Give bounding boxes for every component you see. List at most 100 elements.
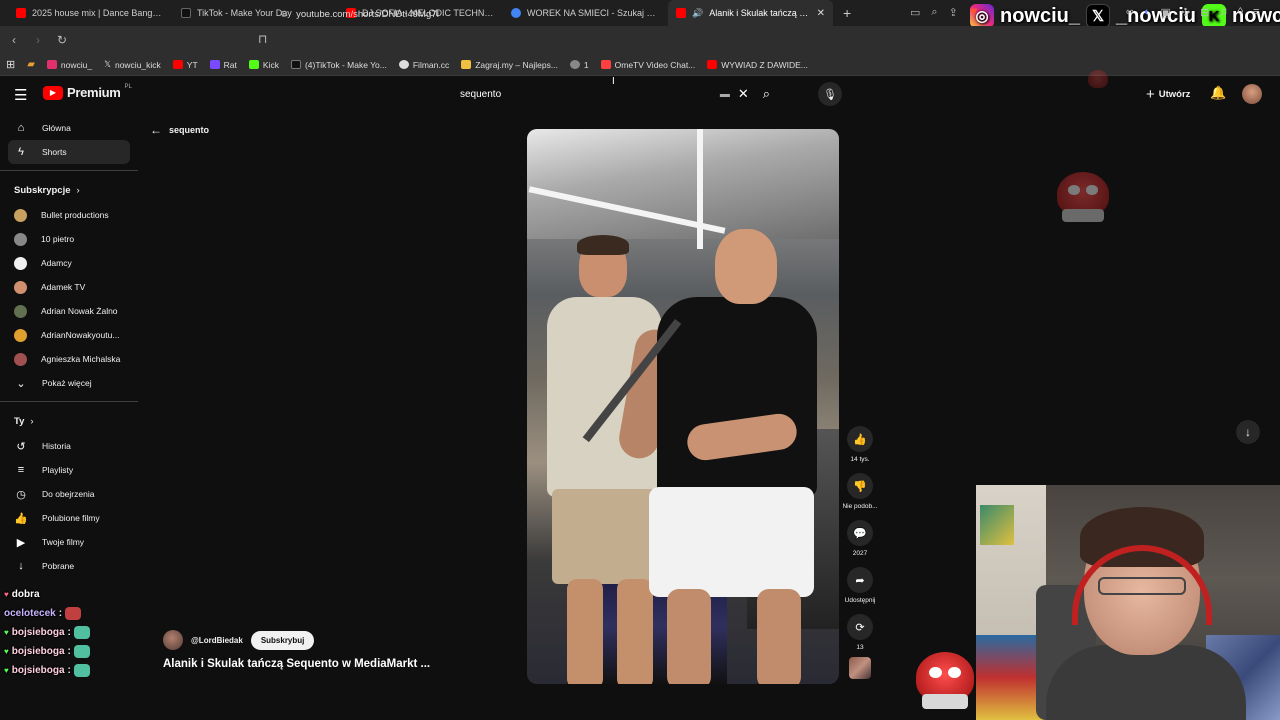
emote-icon bbox=[73, 645, 90, 658]
sidebar-item-your-videos[interactable]: ▶ Twoje filmy bbox=[0, 530, 130, 554]
sidebar-subscription[interactable]: Adrian Nowak Żalno bbox=[0, 299, 130, 323]
share-icon[interactable]: ➦ bbox=[847, 567, 873, 593]
bookmark-icon[interactable]: ⊓ bbox=[258, 32, 267, 46]
bookmark-item[interactable]: YT bbox=[172, 60, 198, 70]
microphone-icon[interactable]: 🎙 bbox=[818, 82, 842, 106]
bookmark-item[interactable]: 𝕏nowciu_kick bbox=[104, 59, 161, 70]
youtube-icon bbox=[707, 60, 718, 69]
sidebar-item-liked[interactable]: 👍 Polubione filmy bbox=[0, 506, 130, 530]
short-video-player[interactable] bbox=[527, 129, 839, 684]
short-actions: 👍 14 tys. 👎 Nie podob... 💬 2027 ➦ Udostę… bbox=[841, 426, 879, 679]
share-icon[interactable]: ⇪ bbox=[949, 6, 958, 19]
chat-message: ocelotecek : bbox=[4, 604, 154, 623]
music-icon[interactable]: ♫ bbox=[1219, 6, 1227, 19]
sound-thumbnail[interactable] bbox=[849, 657, 871, 679]
hamburger-menu-icon[interactable]: ☰ bbox=[14, 86, 27, 104]
menu-icon[interactable]: ≡ bbox=[1253, 6, 1259, 19]
extensions-icon[interactable]: ✣ bbox=[1181, 6, 1190, 19]
reload-icon[interactable]: ↻ bbox=[52, 33, 72, 47]
apps-grid-icon[interactable]: ⊞ bbox=[6, 58, 15, 71]
create-button[interactable]: + Utwórz bbox=[1146, 86, 1190, 103]
stream-chat-overlay: ♥ dobra ocelotecek : ♥ bojsiebogа : ♥ bo… bbox=[4, 585, 154, 680]
create-label: Utwórz bbox=[1158, 89, 1191, 100]
share-label: Udostępnij bbox=[844, 597, 876, 604]
sidebar-subscription[interactable]: Agnieszka Michalska bbox=[0, 347, 130, 371]
like-icon[interactable]: 👍 bbox=[847, 426, 873, 452]
bookmark-item[interactable]: WYWIAD Z DAWIDE... bbox=[707, 60, 808, 70]
remix-count: 13 bbox=[856, 644, 864, 651]
dislike-icon[interactable]: 👎 bbox=[847, 473, 873, 499]
badge-icon: ♥ bbox=[4, 590, 9, 599]
arrow-down-icon[interactable]: ↓ bbox=[1236, 420, 1260, 444]
subscriptions-heading[interactable]: Subskrypcje › bbox=[0, 177, 138, 203]
youtube-logo[interactable]: ▶ Premium PL bbox=[43, 83, 132, 100]
channel-name[interactable]: @LordBiedak bbox=[191, 636, 243, 645]
channel-avatar[interactable] bbox=[163, 630, 183, 650]
emote-icon bbox=[73, 664, 90, 677]
subscribe-button[interactable]: Subskrybuj bbox=[250, 630, 315, 650]
comments-icon[interactable]: 💬 bbox=[847, 520, 873, 546]
heart-badge-icon: ♥ bbox=[4, 666, 9, 675]
sidebar-item-history[interactable]: ↺ Historia bbox=[0, 434, 130, 458]
sidebar-subscription[interactable]: 10 pietro bbox=[0, 227, 130, 251]
tab-search-icon[interactable]: ⊟ bbox=[1200, 6, 1209, 19]
back-to-search[interactable]: ← sequento bbox=[150, 123, 209, 137]
bookmark-item[interactable]: Kick bbox=[248, 60, 279, 70]
sidebar-subscription[interactable]: Adamek TV bbox=[0, 275, 130, 299]
sidebar-panel-icon[interactable]: ▣ bbox=[1161, 6, 1171, 19]
remix-icon[interactable]: ⟳ bbox=[847, 614, 873, 640]
like-icon: 👍 bbox=[14, 512, 28, 525]
sidebar-item-shorts[interactable]: ϟ Shorts bbox=[8, 140, 130, 164]
folder-icon[interactable]: ▰ bbox=[27, 59, 35, 70]
shield-icon[interactable]: ◊ bbox=[1238, 6, 1243, 19]
sidebar-subscription[interactable]: AdrianNowakyoutu... bbox=[0, 323, 130, 347]
sidebar-item-downloads[interactable]: ↓ Pobrane bbox=[0, 554, 130, 578]
notifications-bell-icon[interactable]: 🔔 bbox=[1210, 85, 1226, 101]
zoom-icon[interactable]: ⌕ bbox=[931, 6, 937, 19]
instagram-handle: nowciu_ bbox=[1000, 4, 1081, 27]
vpn-icon[interactable]: ∞ bbox=[1126, 6, 1134, 19]
bookmark-item[interactable]: Rat bbox=[209, 60, 237, 70]
bookmark-item[interactable]: Zagraj.my – Najleps... bbox=[461, 60, 558, 70]
search-input[interactable] bbox=[450, 81, 720, 107]
you-heading[interactable]: Ty › bbox=[0, 408, 138, 434]
brave-shield-icon[interactable]: ▼ bbox=[969, 6, 980, 19]
wallet-icon[interactable]: ◐ bbox=[1144, 6, 1151, 19]
bookmark-item[interactable]: nowciu_ bbox=[46, 60, 92, 70]
chat-username: ocelotecek bbox=[4, 608, 56, 619]
sidebar-item-playlists[interactable]: ≡ Playlisty bbox=[0, 458, 130, 482]
chat-message: ♥ bojsiebogа : bbox=[4, 642, 154, 661]
bookmark-item[interactable]: 1 bbox=[569, 60, 589, 70]
dislike-label: Nie podob... bbox=[842, 503, 878, 510]
back-icon[interactable]: ‹ bbox=[4, 33, 24, 47]
history-icon: ↺ bbox=[16, 440, 26, 453]
emote-icon bbox=[73, 626, 90, 639]
sidebar-subscription[interactable]: Adamcy bbox=[0, 251, 130, 275]
short-title[interactable]: Alanik i Skulak tańczą Sequento w MediaM… bbox=[163, 658, 430, 670]
arrow-left-icon: ← bbox=[150, 123, 162, 137]
clear-search-icon[interactable]: ✕ bbox=[738, 86, 749, 102]
channel-avatar bbox=[14, 232, 27, 246]
show-more-button[interactable]: ⌄ Pokaż więcej bbox=[0, 371, 130, 395]
channel-avatar bbox=[14, 280, 27, 294]
url-field[interactable]: ⚙ youtube.com/shorts/DNDtI49Mg7I bbox=[280, 5, 1000, 23]
cast-icon[interactable]: ▭ bbox=[910, 6, 920, 19]
bookmark-item[interactable]: (4)TikTok - Make Yo... bbox=[290, 60, 387, 70]
forward-icon[interactable]: › bbox=[28, 33, 48, 47]
chat-message: ♥ bojsiebogа : bbox=[4, 623, 154, 642]
account-avatar[interactable] bbox=[1242, 84, 1262, 104]
bookmark-item[interactable]: OmeTV Video Chat... bbox=[600, 60, 695, 70]
sidebar-item-watch-later[interactable]: ◷ Do obejrzenia bbox=[0, 482, 130, 506]
chat-username: bojsiebogа bbox=[11, 665, 65, 676]
browser-tab[interactable]: 2025 house mix | Dance Bangers - Yo bbox=[8, 0, 173, 26]
keyboard-icon[interactable]: ▬ bbox=[720, 89, 730, 100]
site-info-icon[interactable]: ⚙ bbox=[280, 9, 288, 20]
search-icon[interactable]: ⌕ bbox=[763, 86, 770, 102]
home-icon: ⌂ bbox=[17, 122, 25, 134]
sidebar-subscription[interactable]: Bullet productions bbox=[0, 203, 130, 227]
rat-icon bbox=[209, 60, 220, 69]
bookmark-item[interactable]: Filman.cc bbox=[398, 60, 449, 70]
address-actions: ▭ ⌕ ⇪ ▼ bbox=[910, 6, 980, 19]
logo-region: PL bbox=[124, 83, 132, 90]
sidebar-item-home[interactable]: ⌂ Główna bbox=[0, 116, 130, 140]
